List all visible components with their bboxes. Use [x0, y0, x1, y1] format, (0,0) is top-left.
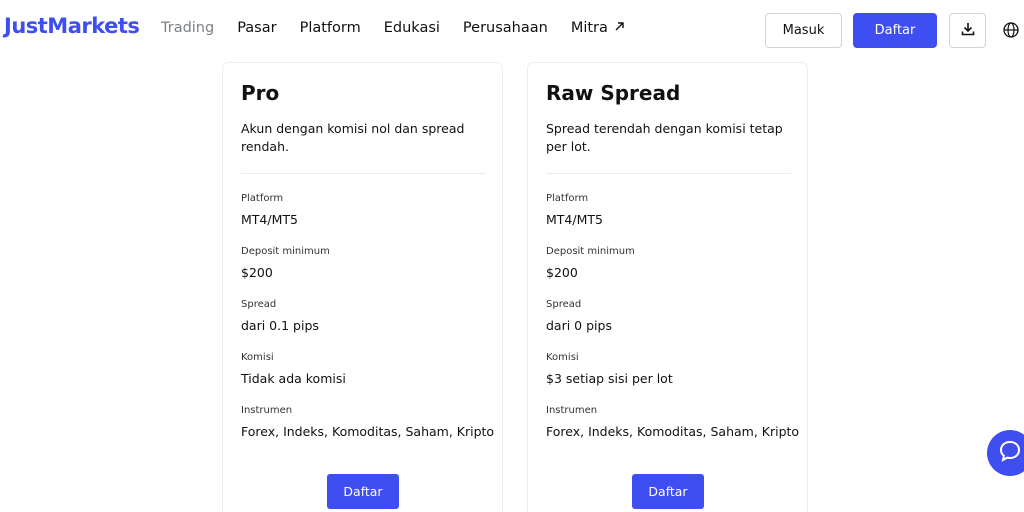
raw-spread-register-button[interactable]: Daftar: [632, 474, 704, 509]
nav-item-platform[interactable]: Platform: [300, 20, 361, 36]
spec-commission: Komisi $3 setiap sisi per lot: [546, 352, 673, 386]
download-icon: [960, 21, 976, 41]
spec-commission: Komisi Tidak ada komisi: [241, 352, 346, 386]
spec-label: Deposit minimum: [546, 246, 635, 257]
spec-value: dari 0.1 pips: [241, 318, 319, 333]
spec-platform: Platform MT4/MT5: [546, 193, 603, 227]
spec-label: Platform: [241, 193, 284, 204]
chat-bubble-icon: [998, 439, 1022, 467]
spec-value: $3 setiap sisi per lot: [546, 371, 673, 386]
card-divider: [546, 173, 791, 174]
nav-item-mitra-label: Mitra: [570, 20, 608, 36]
nav-item-pasar[interactable]: Pasar: [237, 20, 276, 36]
spec-spread: Spread dari 0.1 pips: [241, 299, 319, 333]
register-button[interactable]: Daftar: [853, 13, 937, 48]
pro-register-button[interactable]: Daftar: [327, 474, 399, 509]
spec-label: Spread: [546, 299, 582, 310]
live-chat-button[interactable]: [987, 430, 1024, 476]
spec-value: $200: [241, 265, 273, 280]
spec-label: Platform: [546, 193, 589, 204]
spec-value: $200: [546, 265, 578, 280]
spec-label: Instrumen: [546, 405, 598, 416]
spec-value: MT4/MT5: [241, 212, 298, 227]
spec-label: Deposit minimum: [241, 246, 330, 257]
nav-item-mitra[interactable]: Mitra: [571, 20, 625, 36]
spec-label: Spread: [241, 299, 277, 310]
main-nav: Trading Pasar Platform Edukasi Perusahaa…: [161, 20, 648, 36]
spec-value: Forex, Indeks, Komoditas, Saham, Kripto: [241, 424, 495, 439]
spec-spread: Spread dari 0 pips: [546, 299, 612, 333]
spec-value: MT4/MT5: [546, 212, 603, 227]
spec-label: Komisi: [241, 352, 274, 363]
spec-deposit: Deposit minimum $200: [546, 246, 635, 280]
account-card-pro: Pro Akun dengan komisi nol dan spread re…: [222, 62, 503, 512]
card-description: Akun dengan komisi nol dan spread rendah…: [241, 121, 465, 154]
spec-value: dari 0 pips: [546, 318, 612, 333]
spec-instruments: Instrumen Forex, Indeks, Komoditas, Saha…: [546, 405, 799, 439]
login-button[interactable]: Masuk: [765, 13, 842, 48]
nav-item-trading[interactable]: Trading: [161, 20, 214, 36]
card-title: Raw Spread: [546, 81, 681, 105]
spec-value: Tidak ada komisi: [241, 371, 346, 386]
spec-value: Forex, Indeks, Komoditas, Saham, Kripto: [546, 424, 800, 439]
globe-icon[interactable]: [1002, 21, 1020, 39]
download-button[interactable]: [949, 13, 986, 48]
external-arrow-icon: [614, 21, 625, 36]
top-header: JustMarkets Trading Pasar Platform Eduka…: [0, 0, 1024, 62]
brand-logo[interactable]: JustMarkets: [4, 14, 140, 38]
spec-label: Instrumen: [241, 405, 293, 416]
spec-label: Komisi: [546, 352, 579, 363]
nav-item-edukasi[interactable]: Edukasi: [384, 20, 440, 36]
card-divider: [241, 173, 486, 174]
card-description: Spread terendah dengan komisi tetap per …: [546, 121, 783, 154]
spec-instruments: Instrumen Forex, Indeks, Komoditas, Saha…: [241, 405, 494, 439]
card-title: Pro: [241, 81, 280, 105]
spec-deposit: Deposit minimum $200: [241, 246, 330, 280]
account-card-raw-spread: Raw Spread Spread terendah dengan komisi…: [527, 62, 808, 512]
nav-item-perusahaan[interactable]: Perusahaan: [463, 20, 548, 36]
spec-platform: Platform MT4/MT5: [241, 193, 298, 227]
